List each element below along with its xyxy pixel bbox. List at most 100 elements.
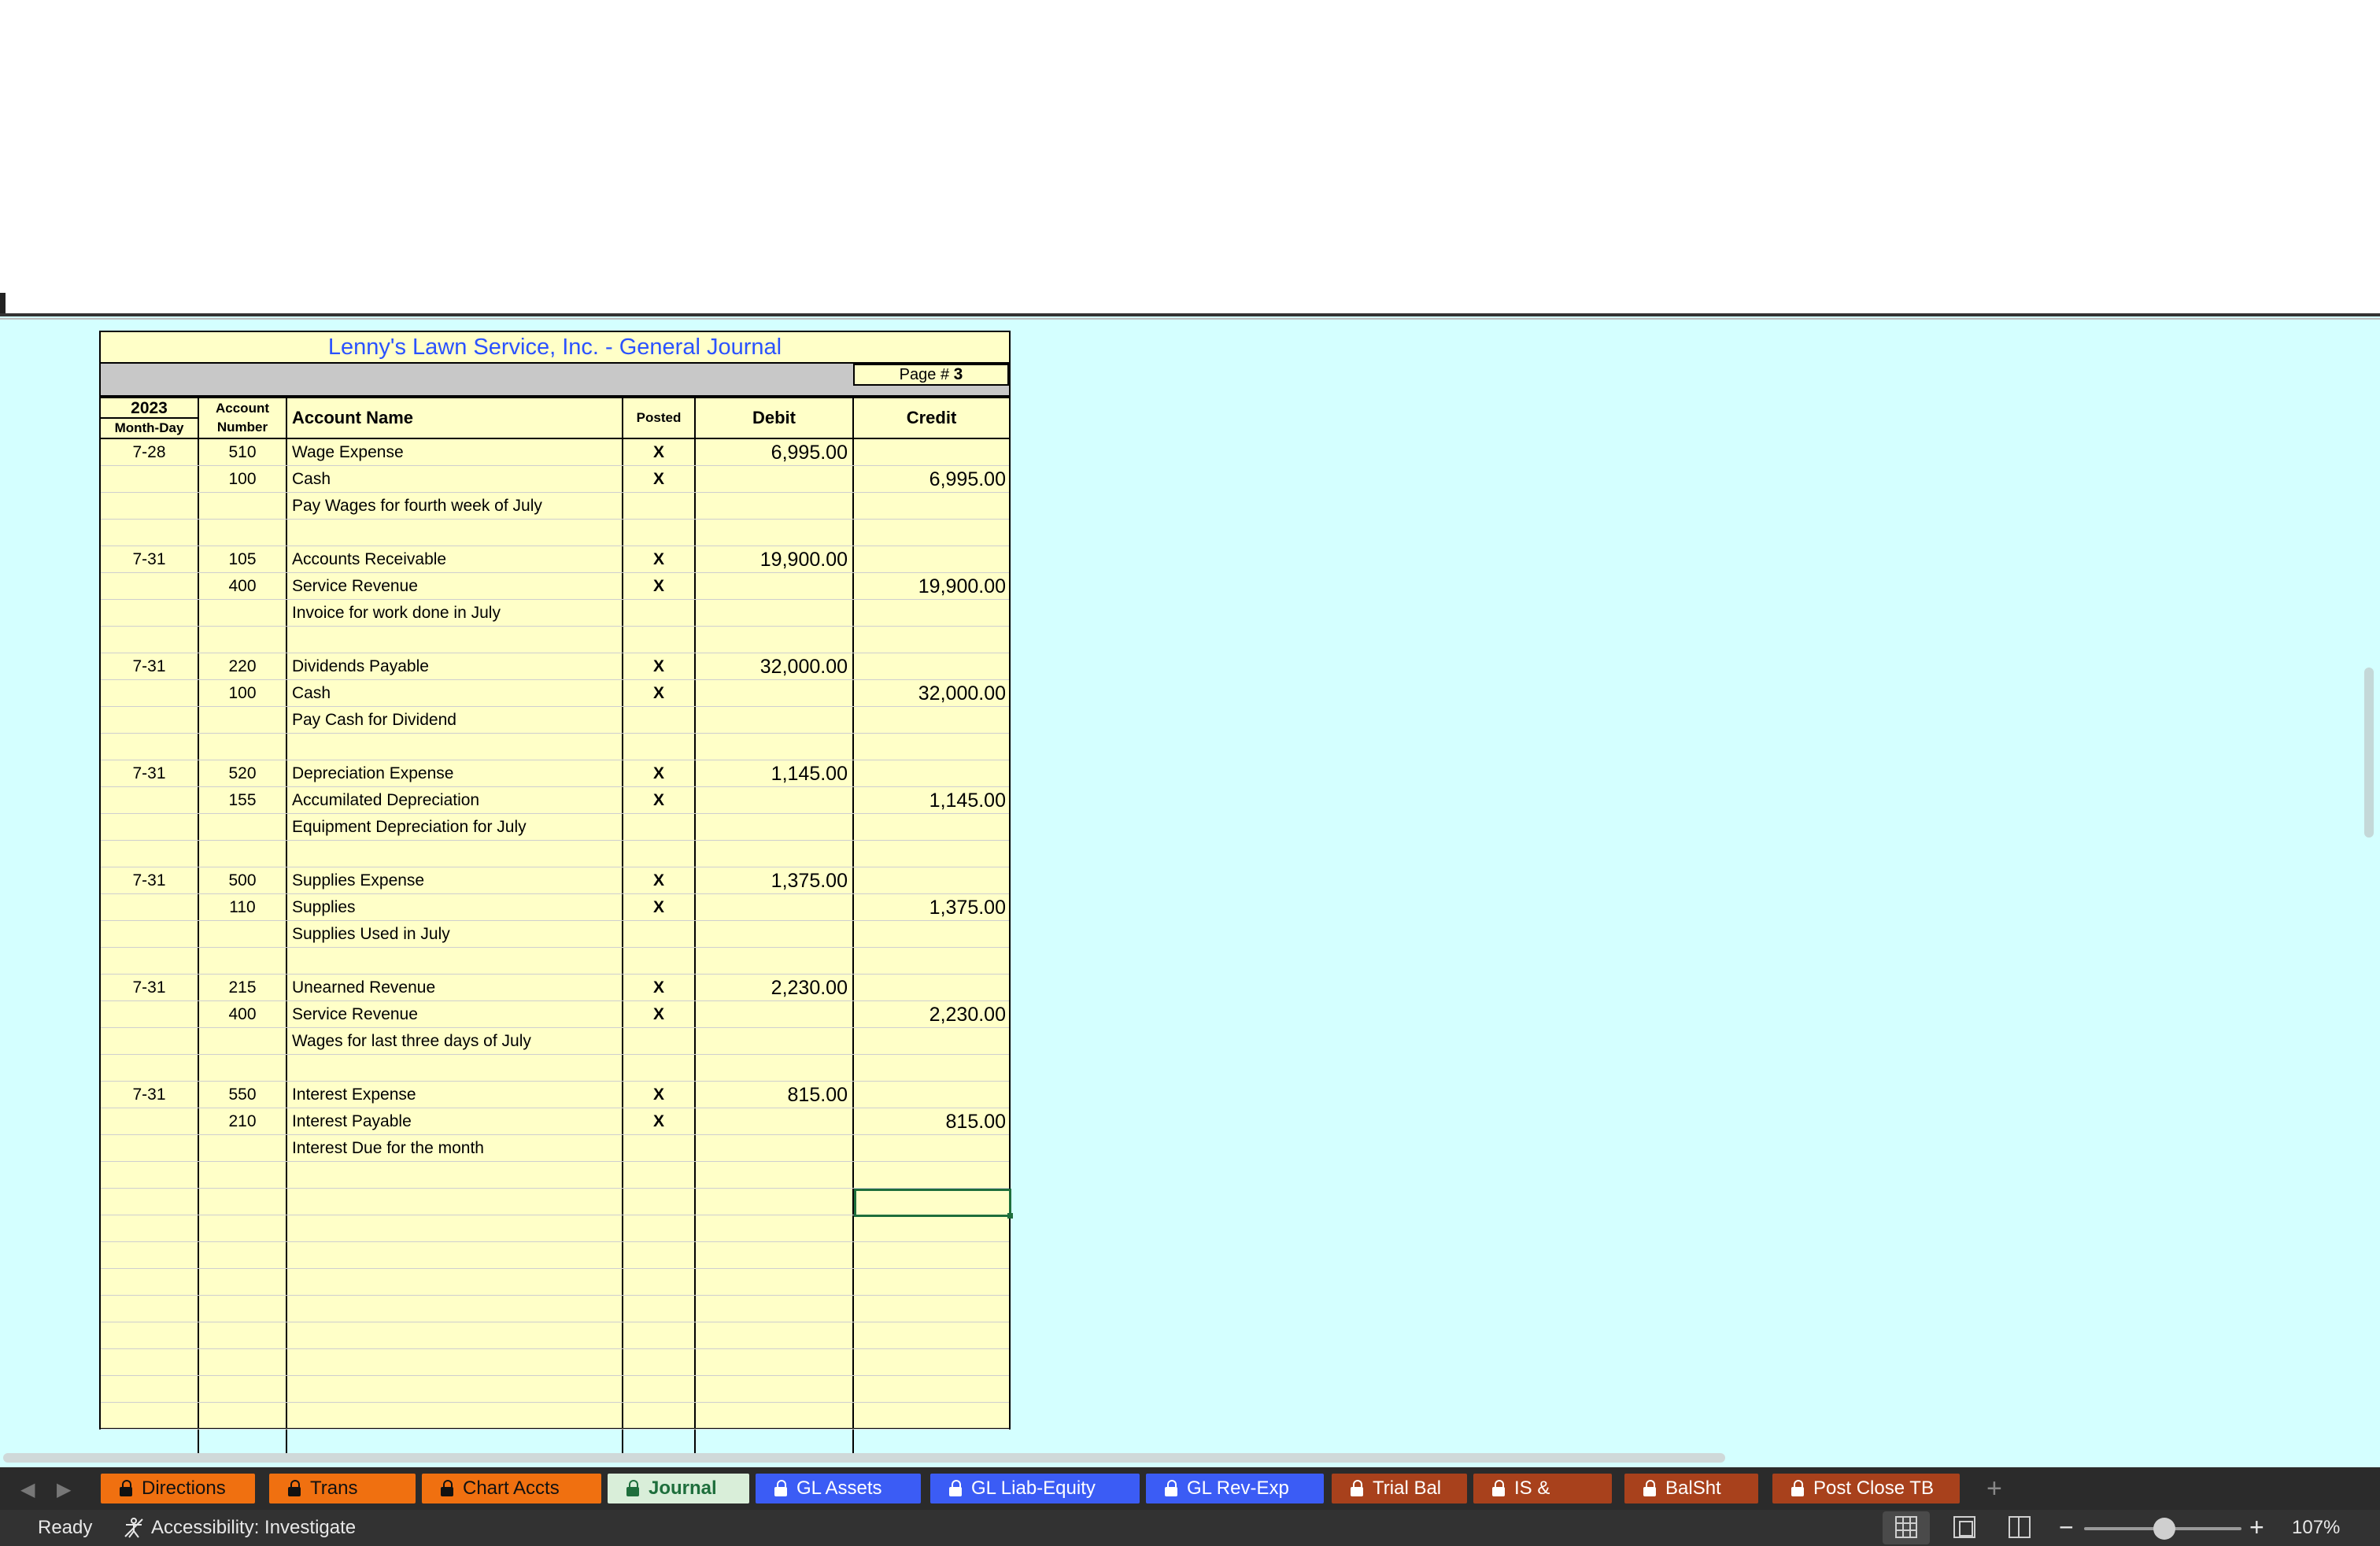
cell-posted[interactable]: [623, 1028, 696, 1054]
cell-credit[interactable]: 6,995.00: [854, 466, 1009, 492]
cell-posted[interactable]: X: [623, 975, 696, 1000]
cell-account-number[interactable]: [199, 921, 287, 947]
cell-credit[interactable]: [854, 1055, 1009, 1081]
cell-debit[interactable]: [696, 814, 854, 840]
cell-account-number[interactable]: [199, 1055, 287, 1081]
cell-account-number[interactable]: 215: [199, 975, 287, 1000]
cell-date[interactable]: [101, 814, 199, 840]
cell-credit[interactable]: [854, 1349, 1009, 1375]
cell-credit[interactable]: [854, 653, 1009, 679]
cell-posted[interactable]: X: [623, 1082, 696, 1108]
cell-account-number[interactable]: 510: [199, 439, 287, 465]
cell-posted[interactable]: [623, 1162, 696, 1188]
horizontal-scrollbar[interactable]: [3, 1453, 1725, 1463]
page-layout-view-icon[interactable]: [1953, 1516, 1975, 1538]
cell-credit[interactable]: 815.00: [854, 1108, 1009, 1134]
cell-date[interactable]: 7-31: [101, 760, 199, 786]
cell-date[interactable]: [101, 466, 199, 492]
zoom-slider-thumb[interactable]: [2153, 1518, 2175, 1540]
cell-posted[interactable]: [623, 600, 696, 626]
cell-account-name[interactable]: Supplies Expense: [287, 867, 623, 893]
header-date[interactable]: 2023 Month-Day: [101, 398, 199, 438]
cell-debit[interactable]: [696, 627, 854, 653]
cell-date[interactable]: [101, 1242, 199, 1268]
cell-debit[interactable]: [696, 520, 854, 546]
cell-debit[interactable]: 6,995.00: [696, 439, 854, 465]
cell-date[interactable]: [101, 1162, 199, 1188]
cell-account-name[interactable]: [287, 627, 623, 653]
cell-account-name[interactable]: Cash: [287, 680, 623, 706]
cell-account-name[interactable]: [287, 1376, 623, 1402]
cell-date[interactable]: 7-31: [101, 653, 199, 679]
cell-debit[interactable]: [696, 1349, 854, 1375]
cell-account-number[interactable]: [199, 1349, 287, 1375]
cell-debit[interactable]: [696, 1242, 854, 1268]
cell-posted[interactable]: X: [623, 546, 696, 572]
zoom-in-icon[interactable]: +: [2249, 1510, 2264, 1544]
cell-account-name[interactable]: Interest Payable: [287, 1108, 623, 1134]
cell-account-name[interactable]: [287, 1403, 623, 1429]
cell-credit[interactable]: [854, 520, 1009, 546]
cell-posted[interactable]: [623, 921, 696, 947]
vertical-scrollbar[interactable]: [2364, 668, 2374, 838]
cell-posted[interactable]: [623, 1403, 696, 1429]
cell-date[interactable]: [101, 1215, 199, 1241]
cell-account-number[interactable]: [199, 1322, 287, 1348]
cell-debit[interactable]: [696, 1055, 854, 1081]
cell-debit[interactable]: [696, 600, 854, 626]
cell-account-name[interactable]: Supplies Used in July: [287, 921, 623, 947]
cell-credit[interactable]: [854, 600, 1009, 626]
cell-account-number[interactable]: 400: [199, 1001, 287, 1027]
cell-account-name[interactable]: [287, 1349, 623, 1375]
cell-debit[interactable]: [696, 948, 854, 974]
cell-account-name[interactable]: Cash: [287, 466, 623, 492]
cell-debit[interactable]: [696, 1429, 854, 1455]
header-account-number[interactable]: Account Number: [199, 398, 287, 438]
cell-account-number[interactable]: 100: [199, 680, 287, 706]
cell-debit[interactable]: [696, 1215, 854, 1241]
cell-posted[interactable]: X: [623, 867, 696, 893]
cell-date[interactable]: [101, 1403, 199, 1429]
header-debit[interactable]: Debit: [696, 398, 854, 438]
cell-credit[interactable]: [854, 627, 1009, 653]
cell-posted[interactable]: [623, 814, 696, 840]
cell-credit[interactable]: 32,000.00: [854, 680, 1009, 706]
cell-account-number[interactable]: [199, 814, 287, 840]
cell-posted[interactable]: [623, 1322, 696, 1348]
cell-date[interactable]: [101, 921, 199, 947]
cell-credit[interactable]: [854, 1429, 1009, 1455]
cell-date[interactable]: 7-31: [101, 1082, 199, 1108]
cell-posted[interactable]: [623, 493, 696, 519]
cell-posted[interactable]: [623, 1189, 696, 1215]
cell-debit[interactable]: [696, 1108, 854, 1134]
cell-posted[interactable]: X: [623, 894, 696, 920]
cell-account-number[interactable]: [199, 1429, 287, 1455]
cell-account-number[interactable]: [199, 1242, 287, 1268]
cell-posted[interactable]: X: [623, 653, 696, 679]
cell-account-name[interactable]: [287, 1162, 623, 1188]
cell-account-number[interactable]: 210: [199, 1108, 287, 1134]
tab-post-close-tb[interactable]: Post Close TB: [1772, 1474, 1960, 1503]
cell-account-number[interactable]: [199, 1162, 287, 1188]
normal-view-icon[interactable]: [1895, 1516, 1917, 1538]
cell-account-name[interactable]: [287, 1189, 623, 1215]
cell-debit[interactable]: 1,145.00: [696, 760, 854, 786]
cell-account-name[interactable]: Interest Due for the month: [287, 1135, 623, 1161]
frozen-pane-divider[interactable]: [0, 313, 2380, 316]
cell-date[interactable]: [101, 680, 199, 706]
cell-debit[interactable]: 32,000.00: [696, 653, 854, 679]
cell-date[interactable]: [101, 734, 199, 760]
cell-posted[interactable]: X: [623, 439, 696, 465]
cell-date[interactable]: [101, 707, 199, 733]
triangle-left-icon[interactable]: ◀: [20, 1478, 35, 1501]
cell-debit[interactable]: [696, 1376, 854, 1402]
cell-debit[interactable]: 2,230.00: [696, 975, 854, 1000]
cell-account-number[interactable]: [199, 841, 287, 867]
cell-account-number[interactable]: [199, 1296, 287, 1322]
cell-posted[interactable]: X: [623, 466, 696, 492]
cell-debit[interactable]: [696, 573, 854, 599]
zoom-level[interactable]: 107%: [2292, 1510, 2340, 1546]
cell-posted[interactable]: [623, 1055, 696, 1081]
cell-account-name[interactable]: Unearned Revenue: [287, 975, 623, 1000]
cell-credit[interactable]: [854, 1082, 1009, 1108]
